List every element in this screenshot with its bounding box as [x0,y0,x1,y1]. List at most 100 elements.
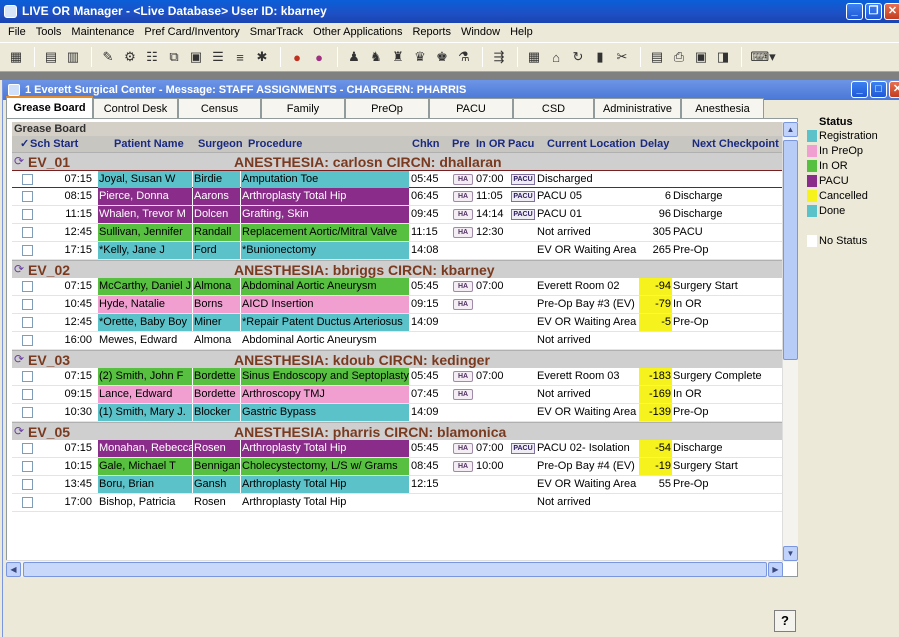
menu-item-file[interactable]: File [3,23,31,42]
tab-anesthesia[interactable]: Anesthesia [681,98,764,120]
menu-item-maintenance[interactable]: Maintenance [66,23,139,42]
table-row[interactable]: 07:15 (2) Smith, John F Bordette Sinus Endo… [12,368,782,386]
column-header-patient-name[interactable]: Patient Name [114,136,184,152]
copy-icon[interactable]: ⧉ [164,47,184,67]
tab-family[interactable]: Family [261,98,345,120]
preop-assessment-badge[interactable]: HA [453,174,473,185]
scroll-left-icon[interactable]: ◀ [6,562,21,577]
pacu-badge[interactable]: PACU [511,209,535,220]
row-checkbox[interactable] [22,191,33,202]
calendar-icon[interactable]: ▦ [524,47,544,67]
tab-csd[interactable]: CSD [513,98,594,120]
row-checkbox[interactable] [22,174,33,185]
staff-icon[interactable]: ☰ [208,47,228,67]
report-icon[interactable]: ▤ [647,47,667,67]
column-header-sch-start[interactable]: Sch Start [30,136,78,152]
schedule-icon[interactable]: ▣ [186,47,206,67]
dropdown-icon[interactable]: ⌨▾ [748,47,778,67]
menu-item-pref-card-inventory[interactable]: Pref Card/Inventory [139,23,244,42]
table-row[interactable]: 08:15 Pierce, Donna Aarons Arthroplasty Tot… [12,188,782,206]
tab-administrative[interactable]: Administrative [594,98,681,120]
table-row[interactable]: 16:00 Mewes, Edward Almona Abdominal Aortic… [12,332,782,350]
preop-assessment-badge[interactable]: HA [453,443,473,454]
child-minimize-icon[interactable]: _ [851,81,868,98]
table-row[interactable]: 12:45 *Orette, Baby Boy Miner *Repair Paten… [12,314,782,332]
row-checkbox[interactable] [22,317,33,328]
table-row[interactable]: 10:45 Hyde, Natalie Borns AICD Insertion 09:… [12,296,782,314]
doctor-icon[interactable]: ♚ [432,47,452,67]
row-checkbox[interactable] [22,443,33,454]
columns-icon[interactable]: ▥ [63,47,83,67]
preop-assessment-badge[interactable]: HA [453,389,473,400]
child-close-icon[interactable]: ✕ [889,81,899,98]
preview-icon[interactable]: ▣ [691,47,711,67]
table-row[interactable]: 17:15 *Kelly, Jane J Ford *Bunionectomy 14:0… [12,242,782,260]
row-checkbox[interactable] [22,227,33,238]
table-row[interactable]: 09:15 Lance, Edward Bordette Arthroscopy TM… [12,386,782,404]
table-row[interactable]: 10:30 (1) Smith, Mary J. Blocker Gastric By… [12,404,782,422]
refresh-icon[interactable]: ↻ [568,47,588,67]
row-checkbox[interactable] [22,461,33,472]
table-icon[interactable]: ▤ [41,47,61,67]
print-icon[interactable]: ⎙ [669,47,689,67]
pacu-badge[interactable]: PACU [511,443,535,454]
table-row[interactable]: 11:15 Whalen, Trevor M Dolcen Grafting, Ski… [12,206,782,224]
table-row[interactable]: 07:15 McCarthy, Daniel J Almona Abdominal A… [12,278,782,296]
table-row[interactable]: 07:15 Monahan, Rebecca Rosen Arthroplasty T… [12,440,782,458]
nurse-icon[interactable]: ♛ [410,47,430,67]
column-header-pre[interactable]: Pre [452,136,470,152]
users-icon[interactable]: ♜ [388,47,408,67]
pacu-badge[interactable]: PACU [511,191,535,202]
child-maximize-icon[interactable]: □ [870,81,887,98]
row-checkbox[interactable] [22,371,33,382]
tab-census[interactable]: Census [178,98,261,120]
table-row[interactable]: 13:45 Boru, Brian Gansh Arthroplasty Total … [12,476,782,494]
preop-assessment-badge[interactable]: HA [453,461,473,472]
row-checkbox[interactable] [22,335,33,346]
record-icon[interactable]: ● [287,47,307,67]
table-row[interactable]: 17:00 Bishop, Patricia Rosen Arthroplasty T… [12,494,782,512]
preop-assessment-badge[interactable]: HA [453,209,473,220]
preop-assessment-badge[interactable]: HA [453,281,473,292]
tab-grease-board[interactable]: Grease Board [6,96,93,120]
row-checkbox[interactable] [22,245,33,256]
list-icon[interactable]: ☷ [142,47,162,67]
restore-icon[interactable]: ❐ [865,3,882,20]
preop-assessment-badge[interactable]: HA [453,191,473,202]
split-icon[interactable]: ⇶ [489,47,509,67]
row-checkbox[interactable] [22,209,33,220]
scroll-down-icon[interactable]: ▼ [783,546,798,561]
preop-assessment-badge[interactable]: HA [453,299,473,310]
vertical-scrollbar[interactable]: ▲ ▼ [782,122,798,562]
tab-control-desk[interactable]: Control Desk [93,98,178,120]
vertical-scroll-thumb[interactable] [783,140,798,360]
row-checkbox[interactable] [22,479,33,490]
row-checkbox[interactable] [22,389,33,400]
group-icon[interactable]: ♞ [366,47,386,67]
column-header-in-or[interactable]: In OR [476,136,505,152]
column-header-chkn[interactable]: Chkn [412,136,440,152]
gear-icon[interactable]: ⚙ [120,47,140,67]
column-header-next-checkpoint[interactable]: Next Checkpoint [692,136,779,152]
row-checkbox[interactable] [22,407,33,418]
table-row[interactable]: 10:15 Gale, Michael T Bennigan Cholecystect… [12,458,782,476]
column-header-surgeon[interactable]: Surgeon [198,136,243,152]
settings-icon[interactable]: ✱ [252,47,272,67]
menu-item-window[interactable]: Window [456,23,505,42]
chart-icon[interactable]: ▮ [590,47,610,67]
row-checkbox[interactable] [22,299,33,310]
row-checkbox[interactable] [22,497,33,508]
menu-icon[interactable]: ≡ [230,47,250,67]
help-icon[interactable]: ? [774,610,796,632]
menu-item-other-applications[interactable]: Other Applications [308,23,407,42]
pacu-badge[interactable]: PACU [511,174,535,185]
column-header-current-location[interactable]: Current Location [547,136,636,152]
lab-icon[interactable]: ⚗ [454,47,474,67]
preop-assessment-badge[interactable]: HA [453,227,473,238]
column-header-pacu[interactable]: Pacu [508,136,534,152]
menu-item-reports[interactable]: Reports [407,23,456,42]
tab-pacu[interactable]: PACU [429,98,513,120]
column-header-delay[interactable]: Delay [640,136,669,152]
horizontal-scrollbar[interactable]: ◀ ▶ [6,560,783,577]
scroll-right-icon[interactable]: ▶ [768,562,783,577]
